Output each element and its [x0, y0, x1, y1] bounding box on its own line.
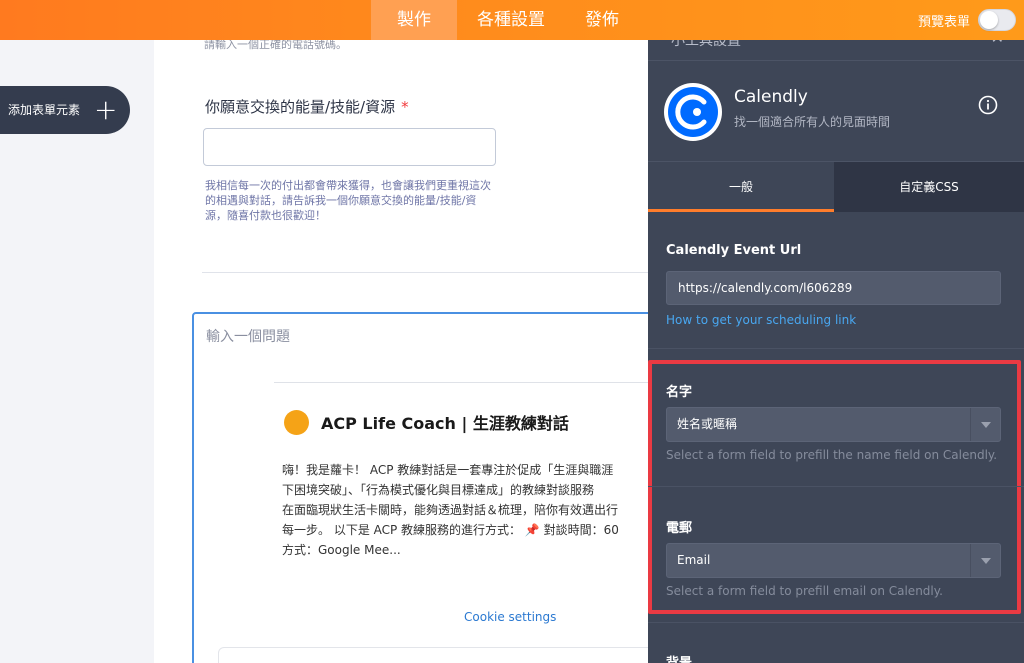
section-divider	[648, 348, 1024, 349]
required-mark: *	[401, 98, 409, 116]
preview-form: 預覽表單	[918, 0, 1016, 40]
field-divider	[202, 272, 648, 273]
host-avatar	[284, 410, 309, 435]
top-nav: 製作 各種設置 發佈	[371, 0, 639, 40]
phone-hint-text: 請輸入一個正確的電話號碼。	[204, 40, 347, 51]
section-divider	[648, 486, 1024, 487]
chevron-down-icon	[970, 408, 1000, 441]
question-sublabel: 我相信每一次的付出都會帶來獲得，也會讓我們更重視這次的相遇與對話，請告訴我一個你…	[205, 179, 491, 222]
email-field-value: Email	[677, 553, 711, 567]
tab-custom-css[interactable]: 自定義CSS	[834, 162, 1024, 212]
widget-settings-panel: 小工具設置 ✕ Calendly 找一個適合所有人的見面時間 一般 自定義CSS…	[648, 40, 1024, 663]
preview-toggle[interactable]	[978, 9, 1016, 31]
tab-publish[interactable]: 發佈	[565, 0, 639, 40]
form-canvas: 請輸入一個正確的電話號碼。 你願意交換的能量/技能/資源 * 我相信每一次的付出都…	[154, 40, 648, 663]
tab-settings[interactable]: 各種設置	[457, 0, 565, 40]
add-form-element-label: 添加表單元素	[7, 102, 80, 117]
tab-general[interactable]: 一般	[648, 162, 834, 212]
email-field-label: 電郵	[666, 521, 693, 536]
calendly-logo-icon	[664, 83, 722, 141]
email-field-hint: Select a form field to prefill email on …	[666, 584, 943, 598]
scheduling-link-help[interactable]: How to get your scheduling link	[666, 313, 856, 327]
embed-card-bottom	[218, 647, 648, 663]
chevron-down-icon	[970, 544, 1000, 577]
info-icon[interactable]	[978, 95, 998, 115]
name-field-value: 姓名或暱稱	[677, 417, 738, 431]
plus-icon: +	[94, 93, 118, 126]
event-description: 嗨！我是蘿卡！ ACP 教練對話是一套專注於促成「生涯與職涯 下困境突破」、「行…	[282, 463, 619, 557]
event-url-label: Calendly Event Url	[666, 243, 802, 258]
app-header: Calendly 找一個適合所有人的見面時間	[648, 60, 1024, 162]
question-label-text: 你願意交換的能量/技能/資源	[205, 98, 396, 116]
tab-build[interactable]: 製作	[371, 0, 457, 40]
background-label: 背景	[666, 652, 692, 663]
question-label[interactable]: 你願意交換的能量/技能/資源 *	[205, 96, 409, 117]
add-form-element-button[interactable]: 添加表單元素 +	[0, 86, 130, 134]
selected-widget-field[interactable]: 輸入一個問題 ACP Life Coach | 生涯教練對話 嗨！我是蘿卡！ A…	[192, 312, 648, 663]
cookie-settings-link[interactable]: Cookie settings	[464, 610, 556, 624]
answer-input[interactable]	[203, 128, 496, 166]
close-icon[interactable]: ✕	[991, 40, 1004, 47]
email-field-select[interactable]: Email	[666, 543, 1001, 578]
panel-title: 小工具設置	[671, 40, 741, 49]
event-title: ACP Life Coach | 生涯教練對話	[321, 414, 569, 433]
name-field-hint: Select a form field to prefill the name …	[666, 448, 998, 462]
section-divider	[648, 622, 1024, 623]
name-field-select[interactable]: 姓名或暱稱	[666, 407, 1001, 442]
app-description: 找一個適合所有人的見面時間	[734, 115, 891, 129]
app-name: Calendly	[734, 87, 808, 107]
toggle-knob	[980, 11, 998, 29]
panel-tabs: 一般 自定義CSS	[648, 162, 1024, 212]
event-url-input[interactable]: https://calendly.com/l606289	[666, 271, 1001, 305]
preview-label: 預覽表單	[917, 14, 970, 30]
top-bar: 製作 各種設置 發佈 預覽表單	[0, 0, 1024, 40]
name-field-label: 名字	[666, 385, 693, 400]
embed-divider	[274, 382, 648, 383]
question-placeholder[interactable]: 輸入一個問題	[206, 326, 290, 346]
